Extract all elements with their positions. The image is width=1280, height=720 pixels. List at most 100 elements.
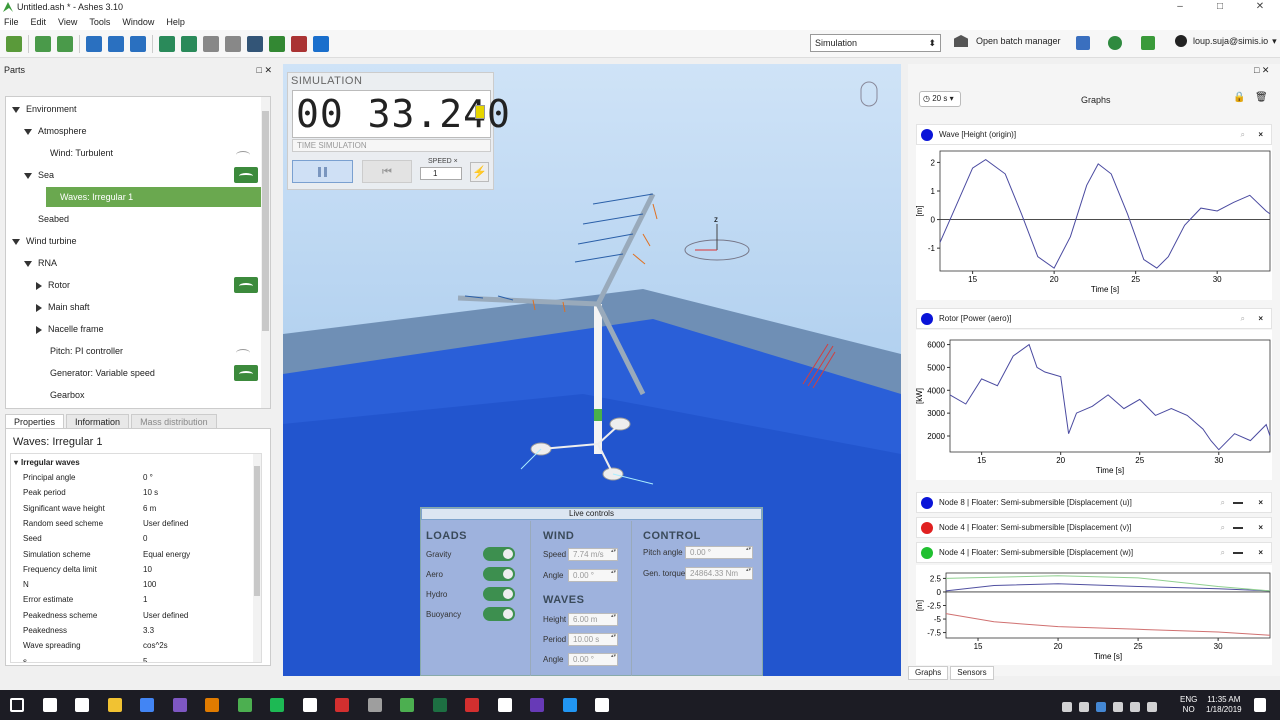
taskbar-app-icon[interactable] xyxy=(465,698,479,712)
simulation-mode-select[interactable]: TIME SIMULATION xyxy=(292,139,491,152)
control-field[interactable]: 6.00 m xyxy=(568,613,618,626)
property-row[interactable]: Wave spreading cos^2s xyxy=(11,638,255,653)
expand-right-icon[interactable] xyxy=(36,325,42,334)
property-value[interactable]: 5 xyxy=(143,654,147,662)
zoom-icon[interactable]: ⌕ xyxy=(1241,309,1245,329)
speed-input[interactable]: 1 xyxy=(420,167,462,180)
taskbar-app-icon[interactable] xyxy=(107,698,122,712)
close-icon[interactable]: × xyxy=(1258,125,1263,145)
series-color-dot[interactable] xyxy=(921,129,933,141)
close-window-button[interactable]: ✕ xyxy=(1240,0,1280,14)
lightning-icon[interactable]: ⚡ xyxy=(470,162,489,182)
expand-right-icon[interactable] xyxy=(36,303,42,312)
tray-icon[interactable] xyxy=(1096,702,1106,712)
wave-badge-icon[interactable] xyxy=(234,277,258,293)
property-row[interactable]: Significant wave height 6 m xyxy=(11,501,255,516)
wave-badge-icon[interactable] xyxy=(234,167,258,183)
property-value[interactable]: 3.3 xyxy=(143,623,154,638)
menu-tools[interactable]: Tools xyxy=(89,17,110,27)
property-value[interactable]: User defined xyxy=(143,516,188,531)
wave-badge-icon[interactable] xyxy=(234,365,258,381)
taskbar-app-icon[interactable] xyxy=(367,698,382,712)
property-value[interactable]: User defined xyxy=(143,608,188,623)
tab-sensors[interactable]: Sensors xyxy=(950,666,994,680)
property-row[interactable]: Seed 0 xyxy=(11,531,255,546)
rewind-button[interactable]: ⏮ xyxy=(362,160,412,183)
align-top-icon[interactable] xyxy=(159,35,175,52)
tree-item[interactable]: Main shaft xyxy=(36,297,90,317)
tree-item[interactable]: Gearbox xyxy=(36,385,85,405)
expand-down-icon[interactable] xyxy=(24,260,32,267)
tree-scrollbar-thumb[interactable] xyxy=(262,111,269,331)
taskbar-app-icon[interactable] xyxy=(595,698,609,712)
property-value[interactable]: Equal energy xyxy=(143,547,190,562)
property-value[interactable]: 0 xyxy=(143,531,147,546)
property-value[interactable]: 100 xyxy=(143,577,156,592)
connect-node-icon[interactable] xyxy=(108,35,124,52)
property-row[interactable]: Peakedness scheme User defined xyxy=(11,608,255,623)
series-color-dot[interactable] xyxy=(921,313,933,325)
property-value[interactable]: 1 xyxy=(143,592,147,607)
tree-item[interactable]: Rotor xyxy=(36,275,70,295)
taskbar-app-icon[interactable] xyxy=(140,698,154,712)
grid-icon[interactable] xyxy=(1076,36,1090,50)
tab-properties[interactable]: Properties xyxy=(5,414,65,428)
tree-item[interactable]: Seabed xyxy=(24,209,69,229)
property-value[interactable]: 6 m xyxy=(143,501,156,516)
tray-icon[interactable] xyxy=(1130,702,1140,712)
properties-scrollbar[interactable] xyxy=(253,454,261,662)
load-toggle[interactable] xyxy=(483,567,515,581)
lock-icon[interactable]: 🔒 xyxy=(1233,92,1245,104)
measure-icon[interactable] xyxy=(203,35,219,52)
control-field[interactable]: 24864.33 Nm xyxy=(685,567,753,580)
user-menu[interactable]: loup.suja@simis.io ▾ xyxy=(1175,35,1277,47)
load-toggle[interactable] xyxy=(483,547,515,561)
taskbar-app-icon[interactable] xyxy=(302,698,317,712)
property-value[interactable]: 0 ° xyxy=(143,470,153,485)
series-row[interactable]: Node 8 | Floater: Semi-submersible [Disp… xyxy=(916,492,1272,513)
series-row[interactable]: Rotor [Power (aero)] ⌕ × xyxy=(916,308,1272,329)
minimize-button[interactable]: – xyxy=(1160,0,1200,14)
property-row[interactable]: Random seed scheme User defined xyxy=(11,516,255,531)
tree-item[interactable]: Generator: Variable speed xyxy=(36,363,155,383)
turbine-icon[interactable] xyxy=(225,35,241,52)
tray-icon[interactable] xyxy=(1147,702,1157,712)
menu-window[interactable]: Window xyxy=(122,17,154,27)
taskbar-app-icon[interactable] xyxy=(335,698,349,712)
tab-graphs[interactable]: Graphs xyxy=(908,666,949,680)
series-row[interactable]: Wave [Height (origin)] ⌕ × xyxy=(916,124,1272,145)
expand-down-icon[interactable] xyxy=(24,172,32,179)
tree-item[interactable]: Environment xyxy=(12,99,77,119)
tree-item[interactable]: RNA xyxy=(24,253,57,273)
line-style-icon[interactable] xyxy=(1233,552,1243,554)
line-style-icon[interactable] xyxy=(1233,527,1243,529)
load-toggle[interactable] xyxy=(483,587,515,601)
taskbar-app-icon[interactable] xyxy=(270,698,284,712)
close-icon[interactable]: × xyxy=(1258,518,1263,538)
property-row[interactable]: Frequency delta limit 10 xyxy=(11,562,255,577)
pause-button[interactable] xyxy=(292,160,353,183)
add-part-icon[interactable] xyxy=(6,35,22,52)
taskbar-app-icon[interactable] xyxy=(42,698,57,712)
property-row[interactable]: Error estimate 1 xyxy=(11,592,255,607)
simulation-select[interactable]: Simulation ⬍ xyxy=(810,34,941,52)
tree-item[interactable]: Sea xyxy=(24,165,54,185)
series-row[interactable]: Node 4 | Floater: Semi-submersible [Disp… xyxy=(916,542,1272,563)
property-row[interactable]: N 100 xyxy=(11,577,255,592)
taskbar-app-icon[interactable] xyxy=(432,698,447,712)
close-icon[interactable]: × xyxy=(1258,493,1263,513)
control-field[interactable]: 7.74 m/s xyxy=(568,548,618,561)
property-row[interactable]: Peakedness 3.3 xyxy=(11,623,255,638)
tree-item[interactable]: Pitch: PI controller xyxy=(36,341,123,361)
line-style-icon[interactable] xyxy=(1233,502,1243,504)
taskbar-app-icon[interactable] xyxy=(562,698,577,712)
control-field[interactable]: 0.00 ° xyxy=(568,653,618,666)
panel-float-close-icons[interactable]: □ ✕ xyxy=(257,64,272,76)
maximize-button[interactable]: □ xyxy=(1200,0,1240,14)
close-icon[interactable]: × xyxy=(1258,543,1263,563)
zoom-icon[interactable]: ⌕ xyxy=(1221,493,1225,513)
taskbar-app-icon[interactable] xyxy=(172,698,187,712)
expand-down-icon[interactable] xyxy=(12,238,20,245)
open-batch-manager-button[interactable]: Open batch manager xyxy=(954,35,1061,47)
edit-icon[interactable] xyxy=(1141,36,1155,50)
